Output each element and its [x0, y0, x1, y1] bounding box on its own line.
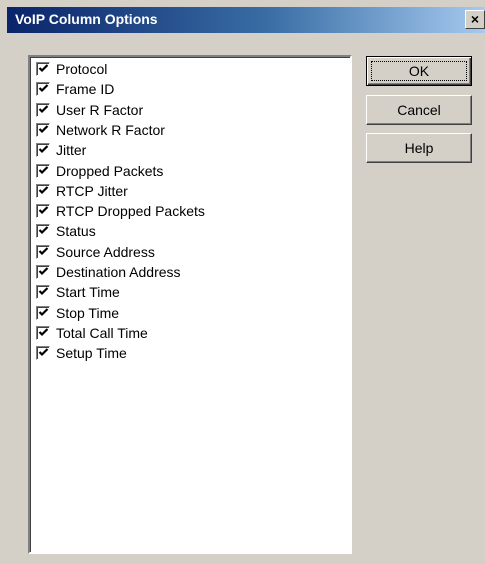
list-item[interactable]: Total Call Time [36, 323, 148, 343]
checkbox[interactable] [36, 204, 50, 219]
list-item[interactable]: Destination Address [36, 262, 181, 282]
list-item[interactable]: Setup Time [36, 343, 127, 363]
list-item[interactable]: Frame ID [36, 79, 114, 99]
column-option-label: User R Factor [56, 101, 144, 118]
help-button[interactable]: Help [366, 133, 472, 163]
column-option-label: Jitter [56, 142, 87, 159]
window-title: VoIP Column Options [15, 11, 158, 27]
column-option-label: Start Time [56, 284, 120, 301]
checkmark-icon [38, 206, 49, 215]
column-option-label: Destination Address [56, 264, 181, 280]
checkmark-icon [38, 246, 49, 255]
list-item[interactable]: Stop Time [36, 303, 119, 323]
list-item[interactable]: RTCP Dropped Packets [36, 201, 205, 221]
list-item[interactable]: Protocol [36, 59, 107, 79]
ok-button[interactable]: OK [366, 56, 472, 86]
column-option-label: Setup Time [56, 345, 127, 362]
checkbox[interactable] [36, 224, 50, 239]
checkbox[interactable] [36, 163, 50, 178]
checkbox[interactable] [36, 102, 50, 117]
list-item[interactable]: User R Factor [36, 100, 143, 120]
column-option-label: Dropped Packets [56, 162, 164, 179]
close-icon: × [470, 11, 480, 27]
list-item[interactable]: Jitter [36, 140, 86, 160]
checkbox[interactable] [36, 143, 50, 158]
cancel-button[interactable]: Cancel [366, 95, 472, 125]
column-option-label: Stop Time [56, 304, 120, 321]
checkmark-icon [38, 348, 49, 357]
checkmark-icon [38, 307, 49, 316]
checkbox[interactable] [36, 122, 50, 137]
checkbox[interactable] [36, 183, 50, 198]
column-option-label: Frame ID [56, 81, 115, 98]
list-item[interactable]: Start Time [36, 282, 120, 302]
checkmark-icon [38, 165, 49, 174]
column-option-label: Network R Factor [56, 121, 165, 138]
checkmark-icon [38, 267, 49, 276]
checkmark-icon [38, 186, 49, 194]
column-option-label: RTCP Dropped Packets [56, 203, 205, 220]
title-bar[interactable]: VoIP Column Options × [7, 7, 485, 33]
checkbox[interactable] [36, 346, 50, 361]
column-option-label: Status [56, 223, 96, 240]
ok-button-label: OK [408, 63, 430, 79]
close-button[interactable]: × [465, 10, 485, 29]
column-option-label: RTCP Jitter [56, 182, 128, 199]
checkbox[interactable] [36, 305, 50, 320]
checkbox[interactable] [36, 325, 50, 340]
cancel-button-label: Cancel [397, 102, 441, 118]
checkmark-icon [38, 125, 49, 133]
checkmark-icon [38, 64, 49, 73]
checkbox[interactable] [36, 285, 50, 300]
column-option-label: Source Address [56, 243, 155, 260]
column-option-label: Protocol [56, 61, 108, 77]
voip-column-options-dialog: VoIP Column Options × Protocol Frame ID Us… [0, 0, 485, 564]
checkmark-icon [38, 226, 49, 235]
checkbox[interactable] [36, 62, 50, 76]
column-checklist[interactable]: Protocol Frame ID User R Factor Network R F… [28, 55, 352, 554]
list-item[interactable]: Source Address [36, 242, 155, 262]
checkbox[interactable] [36, 82, 50, 97]
checkmark-icon [38, 104, 49, 113]
checkbox[interactable] [36, 244, 50, 259]
checkmark-icon [38, 84, 49, 93]
list-item[interactable]: Dropped Packets [36, 161, 163, 181]
list-item[interactable]: RTCP Jitter [36, 181, 128, 201]
checkbox[interactable] [36, 265, 50, 279]
checkmark-icon [38, 328, 49, 336]
help-button-label: Help [404, 140, 434, 156]
list-item[interactable]: Status [36, 221, 96, 241]
checkmark-icon [38, 287, 49, 296]
column-option-label: Total Call Time [56, 324, 148, 341]
checkmark-icon [38, 145, 49, 154]
list-item[interactable]: Network R Factor [36, 120, 165, 140]
